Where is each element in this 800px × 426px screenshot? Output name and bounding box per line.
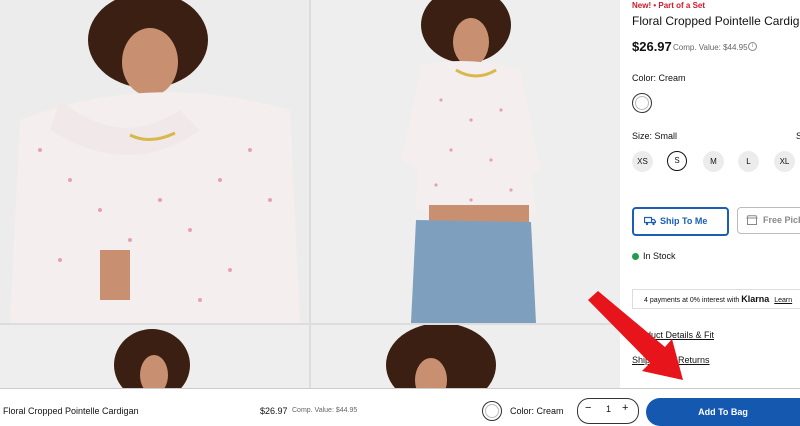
sticky-product-name: Floral Cropped Pointelle Cardigan — [3, 406, 139, 416]
shipping-returns-link[interactable]: Shipping & Returns — [632, 355, 710, 365]
comp-value: Comp. Value: $44.95 — [673, 43, 748, 52]
ship-to-me-label: Ship To Me — [660, 216, 708, 226]
product-title: Floral Cropped Pointelle Cardigan — [632, 14, 800, 28]
color-label: Color: Cream — [632, 73, 686, 83]
quantity-stepper: − 1 + — [577, 398, 639, 424]
product-info-panel: New! • Part of a Set Floral Cropped Poin… — [620, 0, 800, 423]
qty-value[interactable]: 1 — [606, 404, 611, 414]
size-option-s[interactable]: S — [667, 151, 687, 171]
size-option-m[interactable]: M — [703, 151, 724, 172]
truck-icon — [644, 216, 656, 226]
klarna-logo: Klarna — [741, 294, 770, 304]
color-swatch-cream[interactable] — [632, 93, 652, 113]
add-to-bag-button[interactable]: Add To Bag — [646, 398, 800, 426]
size-label: Size: Small — [632, 131, 678, 141]
in-stock-icon — [632, 253, 639, 261]
sticky-color-label: Color: Cream — [510, 406, 564, 416]
sticky-comp-value: Comp. Value: $44.95 — [292, 407, 358, 414]
stock-text: In Stock — [643, 251, 676, 261]
product-gallery — [0, 0, 620, 423]
size-option-xs[interactable]: XS — [632, 151, 653, 172]
model-photo-full — [311, 0, 620, 323]
sticky-color-swatch — [482, 401, 502, 421]
ship-to-me-button[interactable]: Ship To Me — [632, 207, 729, 236]
qty-plus-button[interactable]: + — [622, 402, 628, 414]
stock-status: In Stock — [632, 251, 676, 261]
product-photo-2[interactable] — [311, 0, 620, 323]
size-guide-link[interactable]: S — [796, 131, 800, 141]
free-pickup-button[interactable]: Free Pickup — [737, 207, 800, 234]
info-icon[interactable]: i — [748, 42, 757, 51]
product-details-link[interactable]: Product Details & Fit — [632, 330, 714, 340]
klarna-learn-link[interactable]: Learn — [774, 297, 792, 304]
klarna-banner: 4 payments at 0% interest with Klarna Le… — [632, 289, 800, 309]
size-option-l[interactable]: L — [738, 151, 759, 172]
sticky-price: $26.97 — [260, 406, 288, 416]
size-option-xl[interactable]: XL — [774, 151, 795, 172]
product-photo-1[interactable] — [0, 0, 309, 323]
store-icon — [746, 215, 758, 225]
model-photo-closeup — [0, 0, 309, 323]
free-pickup-label: Free Pickup — [763, 215, 800, 225]
product-badge: New! • Part of a Set — [632, 1, 706, 10]
qty-minus-button[interactable]: − — [585, 402, 591, 414]
klarna-text: 4 payments at 0% interest with — [644, 297, 740, 304]
sticky-add-to-bag-bar: Floral Cropped Pointelle Cardigan $26.97… — [0, 388, 800, 426]
product-price: $26.97 — [632, 39, 672, 54]
